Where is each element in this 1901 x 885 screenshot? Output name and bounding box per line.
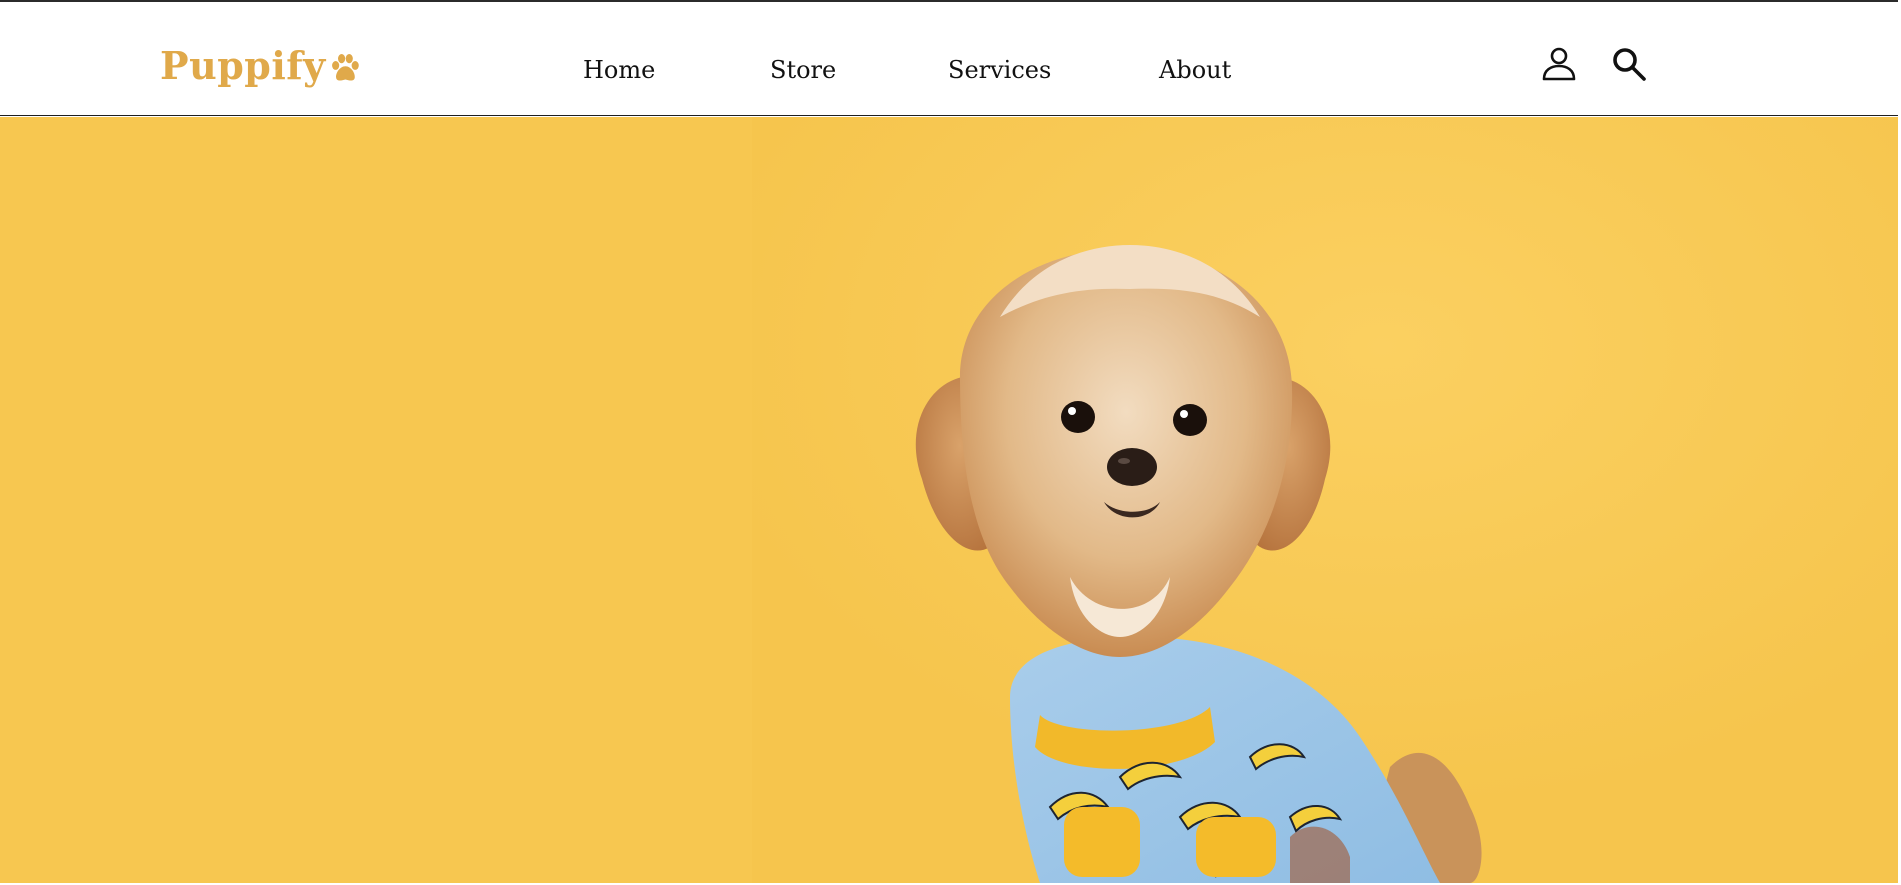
brand-name: Puppify [160,42,326,88]
dog-photo [0,117,1898,883]
hero-banner [0,117,1898,883]
paw-icon [331,54,359,81]
search-icon[interactable] [1609,44,1649,84]
brand-logo[interactable]: Puppify [160,40,362,90]
nav-item-services[interactable]: Services [948,56,1051,84]
site-header: Puppify Home Store Services About [0,2,1898,116]
nav-item-store[interactable]: Store [770,56,836,84]
nav-item-home[interactable]: Home [583,56,655,84]
nav-item-about[interactable]: About [1159,56,1231,84]
user-icon[interactable] [1539,44,1579,84]
